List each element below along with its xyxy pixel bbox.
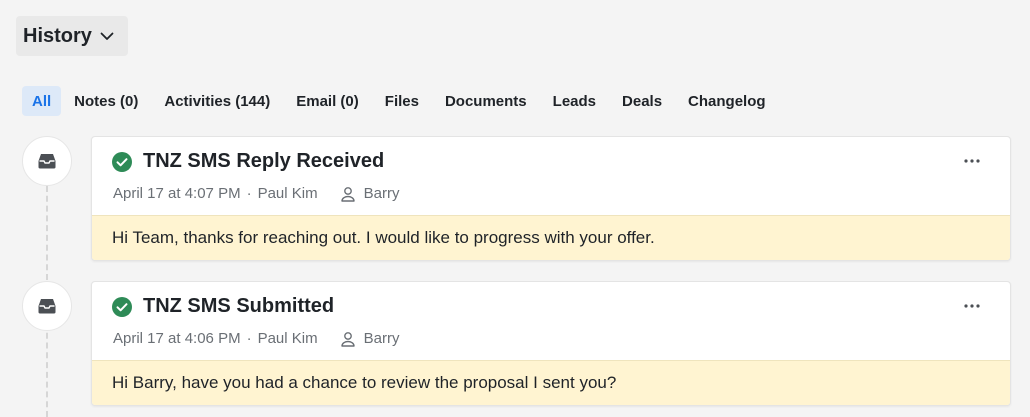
- activity-contact[interactable]: Barry: [364, 330, 400, 347]
- activity-author[interactable]: Paul Kim: [258, 330, 318, 347]
- activity-date: April 17 at 4:07 PM: [113, 185, 241, 202]
- activity-card: TNZ SMS Submitted April 17 at 4:06 PM · …: [91, 281, 1011, 406]
- meta-separator: ·: [246, 185, 252, 202]
- history-tabs: All Notes (0) Activities (144) Email (0)…: [22, 86, 775, 116]
- activity-meta: April 17 at 4:07 PM · Paul Kim Barry: [113, 185, 399, 202]
- inbox-icon: [38, 299, 56, 314]
- more-options-button[interactable]: [960, 298, 984, 314]
- activity-contact[interactable]: Barry: [364, 185, 400, 202]
- tab-documents[interactable]: Documents: [436, 86, 536, 116]
- history-dropdown-button[interactable]: History: [16, 16, 128, 56]
- history-panel: History All Notes (0) Activities (144) E…: [0, 0, 1030, 417]
- more-horizontal-icon: [964, 304, 980, 308]
- user-icon: [340, 186, 355, 202]
- tab-leads[interactable]: Leads: [544, 86, 605, 116]
- activity-date: April 17 at 4:06 PM: [113, 330, 241, 347]
- activity-card: TNZ SMS Reply Received April 17 at 4:07 …: [91, 136, 1011, 261]
- activity-meta: April 17 at 4:06 PM · Paul Kim Barry: [113, 330, 399, 347]
- activity-message: Hi Team, thanks for reaching out. I woul…: [92, 215, 1010, 260]
- history-label: History: [23, 24, 92, 47]
- meta-separator: ·: [246, 330, 252, 347]
- tab-files[interactable]: Files: [376, 86, 428, 116]
- tab-deals[interactable]: Deals: [613, 86, 671, 116]
- tab-changelog[interactable]: Changelog: [679, 86, 775, 116]
- activity-card-header: TNZ SMS Submitted April 17 at 4:06 PM · …: [92, 282, 1010, 360]
- more-horizontal-icon: [964, 159, 980, 163]
- activity-author[interactable]: Paul Kim: [258, 185, 318, 202]
- activity-title: TNZ SMS Reply Received: [143, 150, 385, 172]
- chevron-down-icon: [100, 32, 114, 40]
- user-icon: [340, 331, 355, 347]
- check-circle-icon: [112, 152, 132, 172]
- activity-title: TNZ SMS Submitted: [143, 295, 335, 317]
- inbox-icon: [38, 154, 56, 169]
- more-options-button[interactable]: [960, 153, 984, 169]
- tab-email[interactable]: Email (0): [287, 86, 368, 116]
- activity-message: Hi Barry, have you had a chance to revie…: [92, 360, 1010, 405]
- timeline-entry-icon: [22, 136, 72, 186]
- tab-notes[interactable]: Notes (0): [65, 86, 147, 116]
- timeline-entry-icon: [22, 281, 72, 331]
- tab-activities[interactable]: Activities (144): [155, 86, 279, 116]
- activity-card-header: TNZ SMS Reply Received April 17 at 4:07 …: [92, 137, 1010, 215]
- tab-all[interactable]: All: [22, 86, 62, 116]
- check-circle-icon: [112, 297, 132, 317]
